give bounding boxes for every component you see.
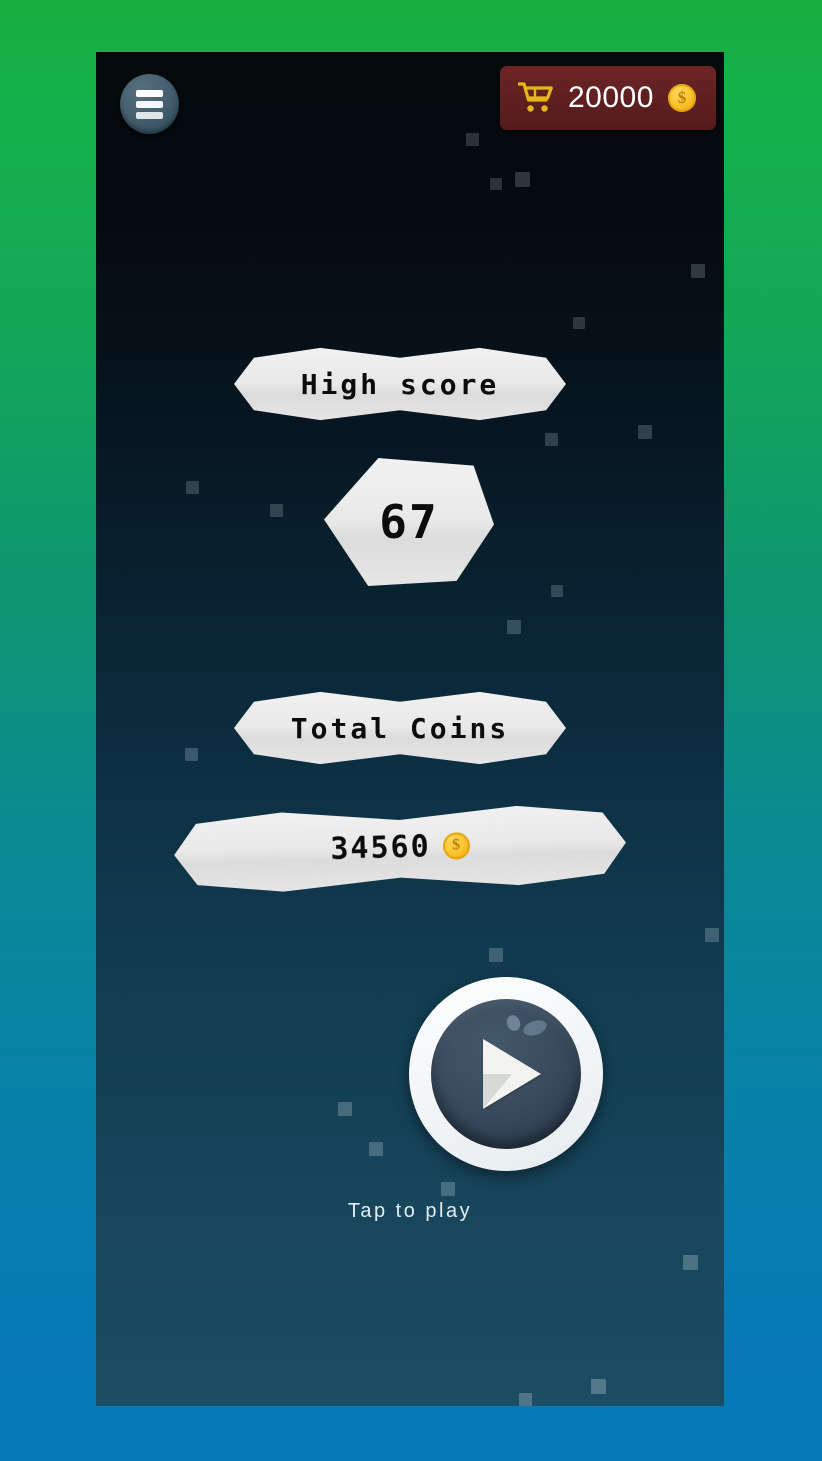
background-particle	[338, 1102, 352, 1116]
coin-icon: $	[442, 832, 470, 860]
shopping-cart-icon	[518, 82, 553, 112]
total-coins-value: 34560	[329, 828, 432, 867]
background-particle	[489, 948, 503, 962]
background-particle	[185, 748, 198, 761]
play-button[interactable]	[409, 977, 603, 1171]
background-particle	[466, 133, 479, 146]
tap-to-play-label: Tap to play	[347, 1200, 473, 1222]
background-particle	[490, 178, 502, 190]
hamburger-bar-icon	[136, 100, 163, 108]
play-triangle-icon	[483, 1039, 541, 1109]
background-particle	[545, 433, 558, 446]
menu-button[interactable]	[120, 74, 179, 134]
game-viewport: 20000 $ High score 67 Total Coins 34560 …	[96, 52, 724, 1406]
background-particle	[691, 264, 705, 278]
hamburger-bar-icon	[136, 111, 163, 119]
total-coins-value-banner: 34560 $	[173, 796, 627, 899]
background-particle	[270, 504, 283, 517]
shop-coin-amount: 20000	[568, 81, 654, 114]
highlight-bubble-icon	[521, 1017, 549, 1039]
total-coins-label: Total Coins	[290, 711, 510, 745]
background-particle	[683, 1255, 698, 1270]
background-particle	[705, 928, 719, 942]
coin-icon: $	[667, 84, 696, 112]
app-root: 20000 $ High score 67 Total Coins 34560 …	[0, 0, 822, 1461]
total-coins-banner: Total Coins	[234, 691, 566, 765]
background-particle	[507, 620, 521, 634]
background-particle	[369, 1142, 383, 1156]
high-score-label: High score	[300, 367, 500, 401]
background-particle	[573, 317, 585, 329]
hamburger-bar-icon	[136, 89, 163, 97]
background-particle	[519, 1393, 532, 1406]
highlight-bubble-icon	[504, 1013, 523, 1033]
background-particle	[638, 425, 652, 439]
background-particle	[441, 1182, 455, 1196]
background-particle	[186, 481, 199, 494]
play-button-inner	[431, 999, 581, 1149]
shop-coin-badge[interactable]: 20000 $	[500, 66, 716, 130]
background-particle	[591, 1379, 606, 1394]
high-score-value-plate: 67	[324, 458, 494, 586]
background-particle	[515, 172, 530, 187]
background-particle	[551, 585, 563, 597]
high-score-banner: High score	[234, 347, 566, 421]
high-score-value: 67	[379, 495, 439, 549]
